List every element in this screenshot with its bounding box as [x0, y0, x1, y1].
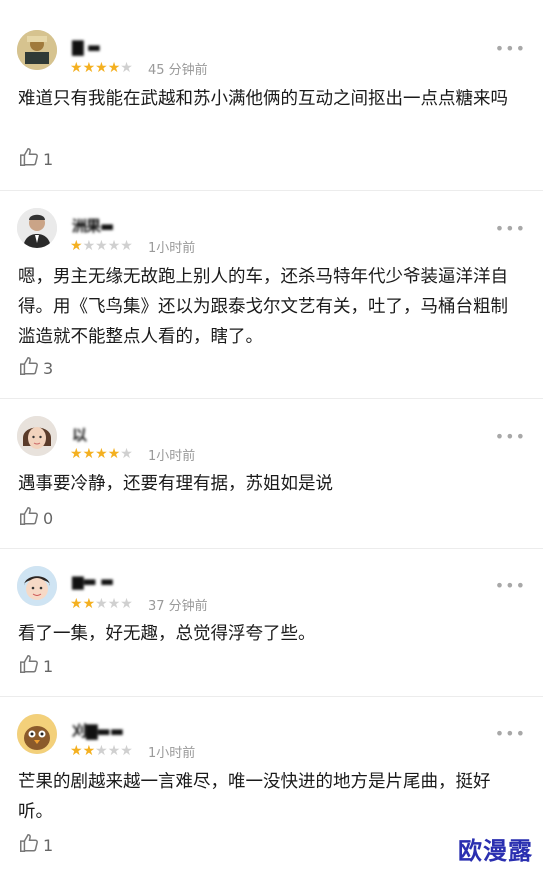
star-empty-icon: ★	[120, 743, 133, 759]
comment-text: 芒果的剧越来越一言难尽，唯一没快进的地方是片尾曲，挺好听。	[18, 772, 491, 822]
star-empty-icon: ★	[95, 743, 108, 759]
rating-stars: ★★★★★	[70, 743, 133, 759]
star-filled-icon: ★	[82, 743, 96, 759]
like-button[interactable]: 1	[18, 832, 53, 858]
watermark-text: 欧漫露	[458, 837, 533, 865]
avatar[interactable]	[17, 714, 57, 754]
comment-time: 1小时前	[148, 746, 196, 761]
like-count: 1	[43, 835, 54, 855]
username[interactable]: 刈▇▬▬	[72, 720, 124, 741]
star-filled-icon: ★	[70, 743, 83, 759]
star-empty-icon: ★	[107, 743, 121, 759]
thumbs-up-icon	[18, 832, 40, 858]
comment-item: 刈▇▬▬ ★★★★★ 1小时前 ••• 芒果的剧越来越一言难尽，唯一没快进的地方…	[0, 0, 543, 874]
more-options-icon[interactable]: •••	[495, 726, 526, 742]
